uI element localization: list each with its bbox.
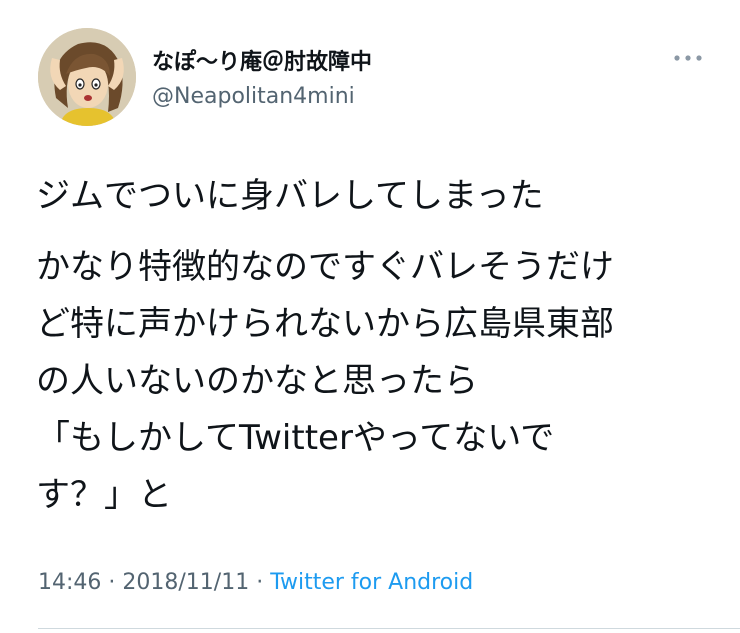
tweet-time[interactable]: 14:46 <box>38 570 101 595</box>
tweet-text: ジムでついに身バレしてしまった かなり特徴的なのですぐバレそうだけ ど特に声かけ… <box>36 168 726 524</box>
tweet-paragraph-1: ジムでついに身バレしてしまった <box>36 176 544 216</box>
meta-separator: · <box>101 570 123 595</box>
tweet-date[interactable]: 2018/11/11 <box>122 570 249 595</box>
tweet-card: なぽ〜り庵＠肘故障中 @Neapolitan4mini ジムでついに身バレしてし… <box>0 0 740 633</box>
tweet-source-link[interactable]: Twitter for Android <box>270 570 473 595</box>
tweet-paragraph-2: かなり特徴的なのですぐバレそうだけ ど特に声かけられないから広島県東部 の人いな… <box>36 247 614 515</box>
cartoon-woman-avatar <box>38 28 136 126</box>
avatar[interactable] <box>38 28 136 126</box>
meta-separator: · <box>249 570 271 595</box>
more-dots-icon <box>674 55 702 61</box>
username[interactable]: @Neapolitan4mini <box>152 84 355 109</box>
tweet-meta: 14:46 · 2018/11/11 · Twitter for Android <box>38 570 473 595</box>
divider <box>38 628 740 629</box>
display-name[interactable]: なぽ〜り庵＠肘故障中 <box>152 44 372 76</box>
more-button[interactable] <box>668 46 708 70</box>
